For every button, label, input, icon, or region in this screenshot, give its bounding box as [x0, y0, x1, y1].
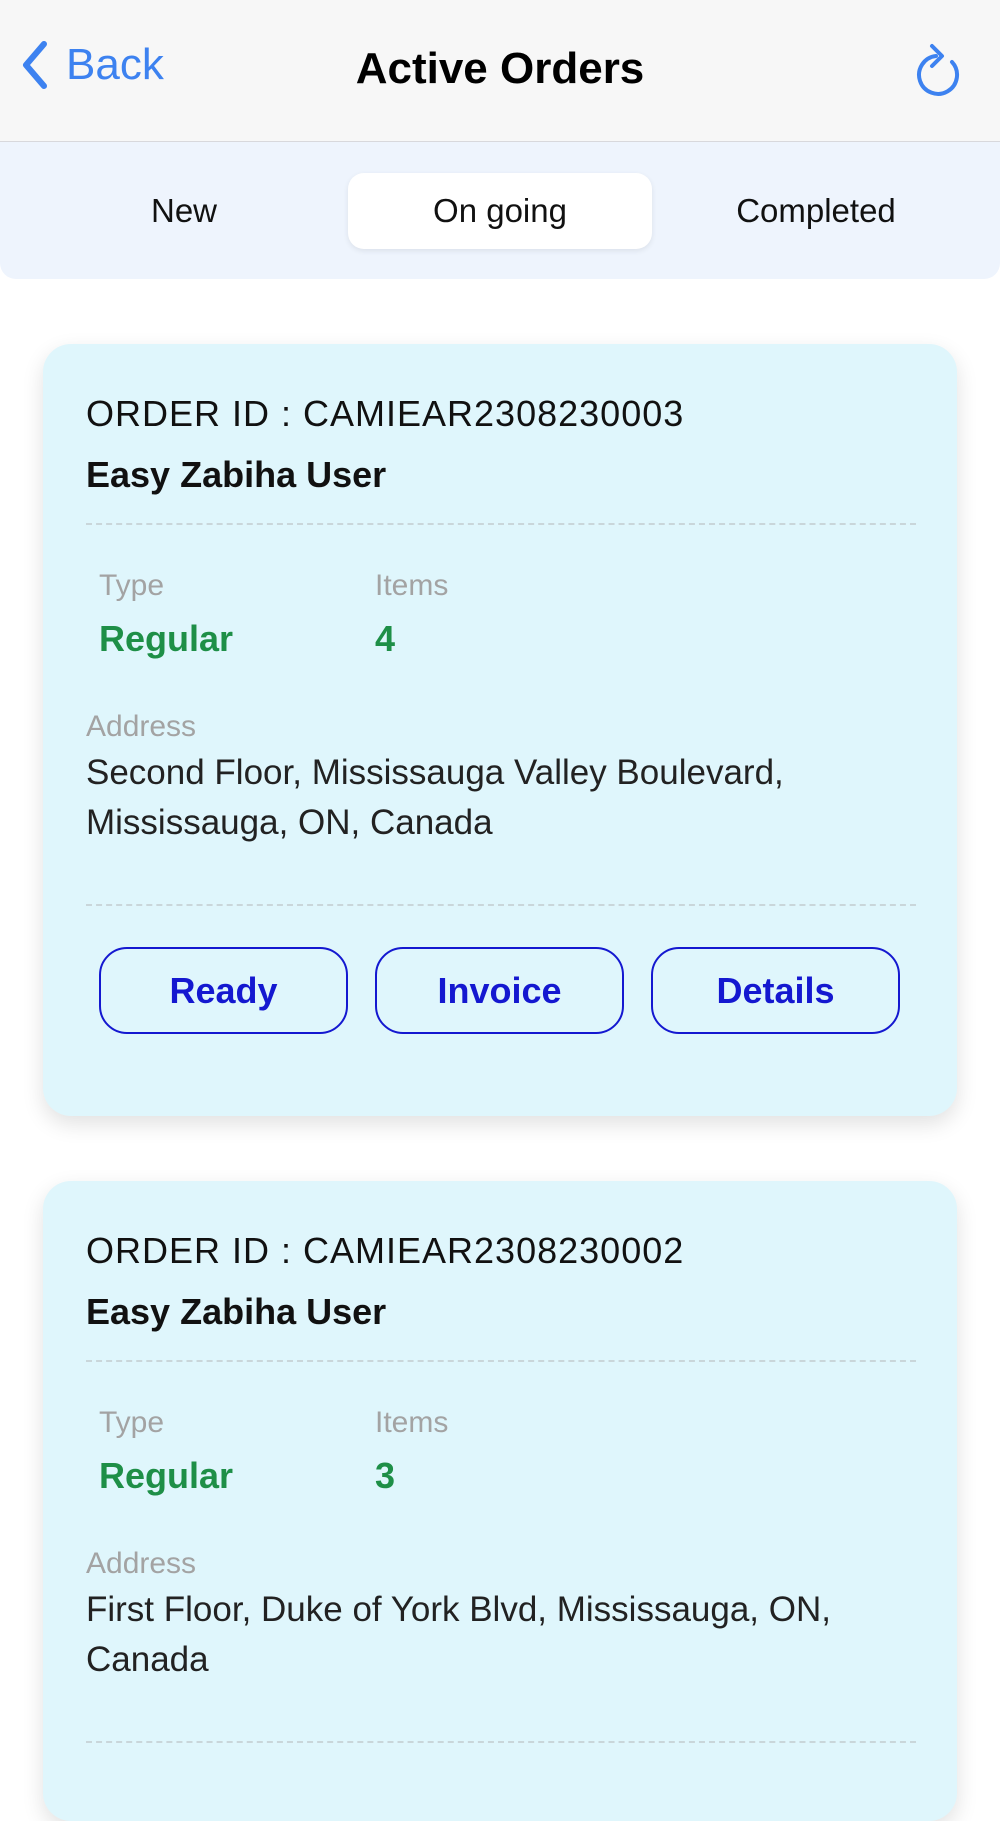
address-text: Second Floor, Mississauga Valley Bouleva… — [86, 753, 784, 842]
address-text: First Floor, Duke of York Blvd, Mississa… — [86, 1590, 831, 1679]
details-button[interactable]: Details — [651, 947, 900, 1034]
items-label: Items — [375, 569, 449, 602]
items-label: Items — [375, 1406, 449, 1439]
divider — [86, 523, 916, 525]
items-value: 3 — [375, 1455, 396, 1496]
tab-on-going[interactable]: On going — [348, 173, 652, 249]
navigation-bar: Back Active Orders — [0, 0, 1000, 142]
customer-name: Easy Zabiha User — [86, 1291, 387, 1332]
divider — [86, 904, 916, 906]
address-label: Address — [86, 710, 197, 743]
type-label: Type — [99, 1406, 165, 1439]
order-id: ORDER ID : CAMIEAR2308230002 — [86, 1230, 685, 1271]
tab-completed[interactable]: Completed — [664, 173, 968, 249]
type-value: Regular — [99, 618, 234, 659]
ready-button[interactable]: Ready — [99, 947, 348, 1034]
type-label: Type — [99, 569, 165, 602]
order-card[interactable]: ORDER ID : CAMIEAR2308230002 Easy Zabiha… — [43, 1181, 957, 1821]
address-label: Address — [86, 1547, 197, 1580]
items-value: 4 — [375, 618, 396, 659]
customer-name: Easy Zabiha User — [86, 454, 387, 495]
page-title: Active Orders — [355, 44, 645, 93]
type-value: Regular — [99, 1455, 234, 1496]
divider — [86, 1360, 916, 1362]
tab-new[interactable]: New — [32, 173, 336, 249]
order-status-tabs: New On going Completed — [0, 142, 1000, 279]
order-card[interactable]: ORDER ID : CAMIEAR2308230003 Easy Zabiha… — [43, 344, 957, 1116]
refresh-icon[interactable] — [912, 40, 964, 98]
order-id: ORDER ID : CAMIEAR2308230003 — [86, 393, 685, 434]
invoice-button[interactable]: Invoice — [375, 947, 624, 1034]
divider — [86, 1741, 916, 1743]
